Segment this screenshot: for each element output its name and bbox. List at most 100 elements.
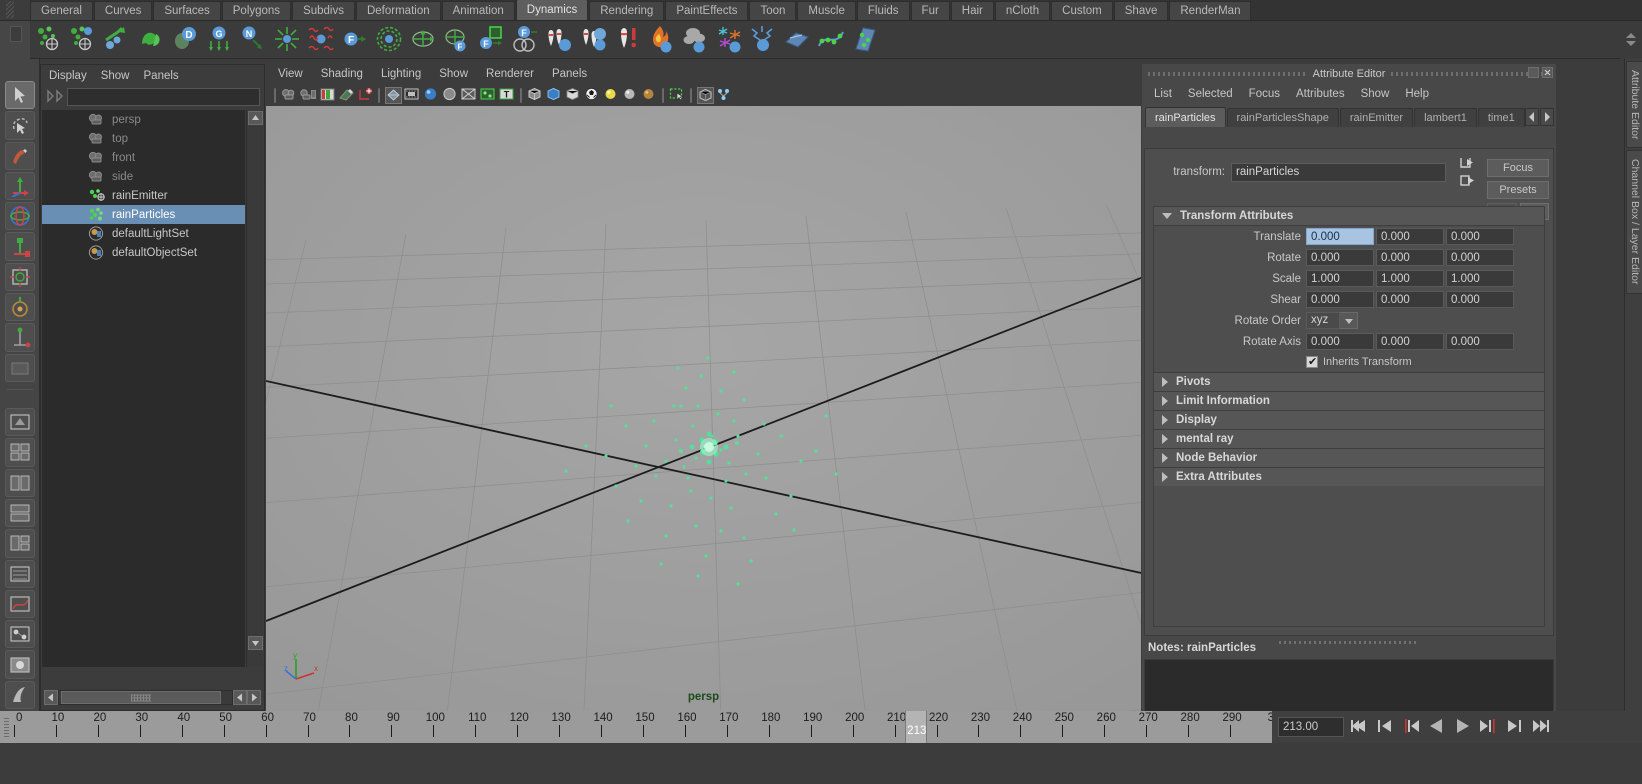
shelf-tab-curves[interactable]: Curves xyxy=(93,1,153,20)
shelf-scroll-down-icon[interactable] xyxy=(1626,41,1636,46)
ae-menu-attributes[interactable]: Attributes xyxy=(1296,88,1345,100)
tool-move-tool[interactable] xyxy=(4,171,35,201)
hscroll-left-button[interactable] xyxy=(44,690,58,705)
light-icon-grey[interactable] xyxy=(622,87,639,104)
chevron-right-icon[interactable] xyxy=(1162,472,1168,482)
section-extra-attributes[interactable]: Extra Attributes xyxy=(1154,467,1544,486)
shelf-tab-toon[interactable]: Toon xyxy=(749,1,797,20)
texture-icon[interactable] xyxy=(338,87,355,104)
time-slider-grip[interactable] xyxy=(0,711,14,743)
step-forward-key-icon[interactable] xyxy=(1503,716,1526,738)
vertical-tab-channel-box-layer-editor[interactable]: Channel Box / Layer Editor xyxy=(1626,150,1642,294)
outliner-item-defaultLightSet[interactable]: defaultLightSet xyxy=(42,224,245,243)
outliner-search-input[interactable] xyxy=(67,87,260,106)
chevron-down-icon[interactable] xyxy=(1340,312,1358,329)
outliner-menu-show[interactable]: Show xyxy=(101,70,130,82)
ae-menu-selected[interactable]: Selected xyxy=(1188,88,1233,100)
create-fire-icon[interactable] xyxy=(646,24,678,56)
emit-from-object-icon[interactable] xyxy=(34,24,66,56)
section-node-behavior[interactable]: Node Behavior xyxy=(1154,448,1544,467)
smooth-shade-all-icon[interactable] xyxy=(423,87,440,104)
wireframe-shaded-icon[interactable] xyxy=(385,86,402,104)
chevron-right-icon[interactable] xyxy=(1162,453,1168,463)
viewport-menu-panels[interactable]: Panels xyxy=(552,68,587,80)
ae-menu-list[interactable]: List xyxy=(1154,88,1172,100)
current-time-field[interactable] xyxy=(1278,717,1344,737)
shelf-tab-deformation[interactable]: Deformation xyxy=(355,1,441,20)
isolate-select-icon[interactable] xyxy=(697,86,714,104)
attr-field-rotate-axis-1[interactable] xyxy=(1376,333,1444,350)
outliner-item-defaultObjectSet[interactable]: defaultObjectSet xyxy=(42,243,245,262)
section-limit-information[interactable]: Limit Information xyxy=(1154,391,1544,410)
attr-field-shear-1[interactable] xyxy=(1376,291,1444,308)
create-fireworks-icon[interactable] xyxy=(714,24,746,56)
ae-node-tab-lambert1[interactable]: lambert1 xyxy=(1414,108,1477,127)
tool-lasso-select-tool[interactable] xyxy=(4,111,35,140)
create-lightning-icon[interactable] xyxy=(748,24,780,56)
shade-objects-icon[interactable] xyxy=(565,87,582,104)
xray-mode-icon[interactable] xyxy=(546,87,563,104)
tool-hypershade-layout-icon[interactable] xyxy=(4,620,35,649)
hscroll-right-button[interactable] xyxy=(247,690,261,705)
shelf-options-grip[interactable] xyxy=(0,20,30,59)
create-passive-rigid-body-icon[interactable] xyxy=(544,24,576,56)
step-forward-frame-icon[interactable] xyxy=(1477,716,1500,738)
node-name-field[interactable] xyxy=(1231,162,1446,182)
tool-outliner-layout-icon[interactable] xyxy=(4,559,35,588)
select-camera-icon[interactable] xyxy=(281,87,298,104)
titlebar-drag-dots-left[interactable] xyxy=(1148,71,1307,76)
attr-field-rotate-2[interactable] xyxy=(1446,249,1514,266)
connect-to-field-icon[interactable]: F xyxy=(510,24,542,56)
ae-menu-show[interactable]: Show xyxy=(1361,88,1390,100)
hscroll-left-button-2[interactable] xyxy=(233,690,247,705)
outliner-menu-display[interactable]: Display xyxy=(49,70,87,82)
shelf-tab-animation[interactable]: Animation xyxy=(441,1,515,20)
camera-attributes-icon[interactable] xyxy=(300,87,317,104)
ae-menu-focus[interactable]: Focus xyxy=(1249,88,1280,100)
section-pivots[interactable]: Pivots xyxy=(1154,372,1544,391)
ae-node-tab-time1[interactable]: time1 xyxy=(1477,108,1525,127)
shelf-scroll-up-icon[interactable] xyxy=(1626,33,1636,38)
scroll-down-button[interactable] xyxy=(248,636,263,650)
flat-shade-icon[interactable] xyxy=(461,87,478,104)
xray-joints-icon[interactable] xyxy=(584,87,601,104)
particle-tool-icon[interactable] xyxy=(102,24,134,56)
make-collide-icon[interactable] xyxy=(136,24,168,56)
transform-attributes-header[interactable]: Transform Attributes xyxy=(1154,207,1544,226)
go-to-start-icon[interactable] xyxy=(1347,716,1370,738)
gravity-field-icon[interactable]: D xyxy=(170,24,202,56)
hscroll-track[interactable] xyxy=(58,690,233,705)
attr-field-scale-2[interactable] xyxy=(1446,270,1514,287)
viewport-menu-show[interactable]: Show xyxy=(439,68,468,80)
scroll-up-button[interactable] xyxy=(248,111,263,125)
tool-show-manipulator-tool[interactable] xyxy=(4,323,35,352)
rotate-order-dropdown[interactable]: xyz xyxy=(1306,312,1358,329)
viewport-menu-renderer[interactable]: Renderer xyxy=(486,68,534,80)
shelf-tab-painteffects[interactable]: PaintEffects xyxy=(665,1,749,20)
film-gate-icon[interactable] xyxy=(404,87,421,104)
light-icon-yellow[interactable] xyxy=(603,87,620,104)
ae-node-tab-rainParticlesShape[interactable]: rainParticlesShape xyxy=(1226,108,1339,127)
inherits-transform-row[interactable]: Inherits Transform xyxy=(1154,352,1544,372)
tool-two-pane-stacked-layout-icon[interactable] xyxy=(4,498,35,528)
create-active-rigid-body-icon[interactable] xyxy=(578,24,610,56)
attr-field-translate-0[interactable] xyxy=(1306,228,1374,245)
shelf-tab-general[interactable]: General xyxy=(30,1,93,20)
outliner-horizontal-scrollbar[interactable] xyxy=(44,689,261,706)
shelf-scroll-arrows[interactable] xyxy=(1620,20,1642,59)
time-slider-cursor[interactable]: 213 xyxy=(905,711,928,743)
attr-field-translate-1[interactable] xyxy=(1376,228,1444,245)
create-flow-mesh-icon[interactable] xyxy=(850,24,882,56)
chevron-right-icon[interactable] xyxy=(1162,415,1168,425)
viewport-3d-canvas[interactable]: y x z persp xyxy=(266,106,1141,711)
create-smoke-icon[interactable] xyxy=(680,24,712,56)
tool-paint-select-tool[interactable] xyxy=(4,141,35,170)
shelf-tab-fur[interactable]: Fur xyxy=(910,1,950,20)
marquee-select-icon[interactable] xyxy=(669,87,686,104)
attr-field-rotate-1[interactable] xyxy=(1376,249,1444,266)
play-forwards-icon[interactable] xyxy=(1451,716,1474,738)
tool-universal-manipulator-tool[interactable] xyxy=(4,262,35,292)
node-tab-next-icon[interactable] xyxy=(1540,108,1554,126)
shelf-tab-hair[interactable]: Hair xyxy=(950,1,994,20)
shelf-tab-subdivs[interactable]: Subdivs xyxy=(292,1,355,20)
